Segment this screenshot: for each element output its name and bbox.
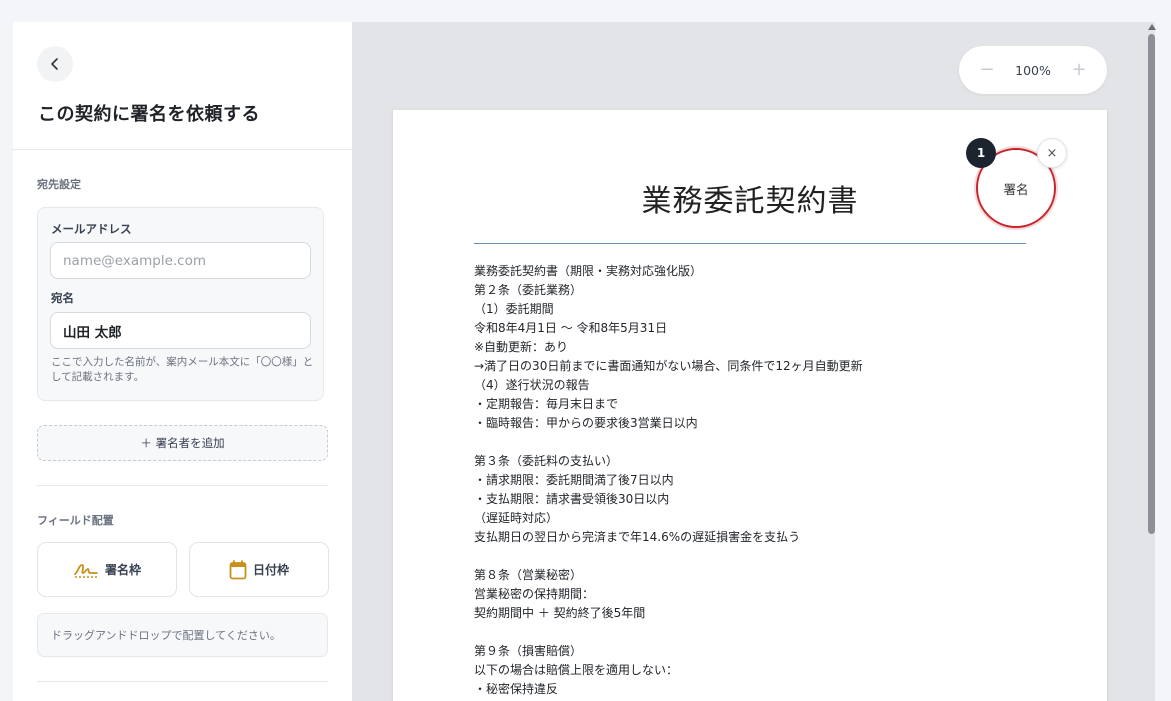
- document-line: ・請求期限：委託期間満了後7日以内: [474, 473, 674, 487]
- document-line: （4）遂行状況の報告: [474, 378, 590, 392]
- document-line: →満了日の30日前までに書面通知がない場合、同条件で12ヶ月自動更新: [474, 359, 863, 373]
- drag-drop-hint: ドラッグアンドドロップで配置してください。: [37, 613, 328, 657]
- divider: [13, 149, 352, 150]
- signature-field-button[interactable]: 署名枠: [37, 542, 177, 597]
- zoom-level: 100%: [1015, 62, 1051, 78]
- sidebar: この契約に署名を依頼する 宛先設定 メールアドレス 宛名 ここで入力した名前が、…: [13, 22, 352, 701]
- signature-field-label: 署名枠: [104, 563, 141, 577]
- add-signer-button[interactable]: ＋ 署名者を追加: [37, 425, 328, 461]
- document-line: 以下の場合は賠償上限を適用しない：: [474, 663, 679, 677]
- name-hint: ここで入力した名前が、案内メール本文に「〇〇様」として記載されます。: [51, 356, 314, 383]
- date-field-label: 日付枠: [252, 563, 289, 577]
- email-input[interactable]: [50, 242, 311, 279]
- back-button[interactable]: [37, 46, 73, 82]
- signer-number-badge: 1: [966, 138, 996, 168]
- zoom-out-button[interactable]: −: [979, 61, 995, 79]
- document-viewer[interactable]: − 100% + 業務委託契約書 業務委託契約書（期限・実務対応強化版） 第２条（…: [352, 22, 1155, 701]
- scrollbar-track[interactable]: [1155, 22, 1171, 701]
- document-line: ※自動更新：あり: [474, 340, 569, 354]
- chevron-left-icon: [51, 58, 58, 70]
- recipient-section-label: 宛先設定: [37, 178, 81, 191]
- divider: [37, 681, 328, 682]
- zoom-in-button[interactable]: +: [1071, 61, 1087, 79]
- document-line: 業務委託契約書（期限・実務対応強化版）: [474, 264, 703, 278]
- date-field-button[interactable]: 日付枠: [189, 542, 329, 597]
- document-body: 業務委託契約書（期限・実務対応強化版） 第２条（委託業務） （1）委託期間令和8年4…: [474, 262, 1034, 699]
- zoom-control: − 100% +: [959, 46, 1107, 94]
- document-line: 令和8年4月1日 〜 令和8年5月31日: [474, 321, 668, 335]
- document-line: ・定期報告：毎月末日まで: [474, 397, 619, 411]
- field-section-label: フィールド配置: [37, 514, 114, 527]
- name-label: 宛名: [51, 291, 74, 305]
- email-label: メールアドレス: [51, 222, 132, 236]
- document-line: 第３条（委託料の支払い）: [474, 454, 619, 468]
- document-line: 支払期日の翌日から完済まで年14.6%の遅延損害金を支払う: [474, 530, 801, 544]
- close-icon[interactable]: ×: [1037, 138, 1067, 168]
- recipient-card: メールアドレス 宛名 ここで入力した名前が、案内メール本文に「〇〇様」として記載…: [37, 207, 324, 401]
- document-line: 営業秘密の保持期間：: [474, 587, 595, 601]
- divider: [37, 485, 328, 486]
- document-line: ・支払期限：請求書受領後30日以内: [474, 492, 670, 506]
- signature-icon: [74, 563, 98, 578]
- top-strip: [0, 0, 1171, 22]
- document-line: 第９条（損害賠償）: [474, 644, 583, 658]
- calendar-icon: [229, 559, 247, 579]
- name-input[interactable]: [50, 312, 311, 349]
- document-line: 第２条（委託業務）: [474, 283, 583, 297]
- document-line: ・臨時報告：甲からの要求後3営業日以内: [474, 416, 698, 430]
- document-line: （1）委託期間: [474, 302, 554, 316]
- signature-field-text: 署名: [1003, 181, 1029, 197]
- document-line: （遅延時対応）: [474, 511, 559, 525]
- document-line: 契約期間中 ＋ 契約終了後5年間: [474, 606, 646, 620]
- title-rule: [474, 243, 1026, 244]
- scrollbar-thumb[interactable]: [1148, 34, 1155, 534]
- document-line: 第８条（営業秘密）: [474, 568, 583, 582]
- scroll-up-arrow[interactable]: [1148, 24, 1156, 30]
- document-page[interactable]: 業務委託契約書 業務委託契約書（期限・実務対応強化版） 第２条（委託業務） （1）委…: [393, 110, 1107, 701]
- document-line: ・秘密保持違反: [474, 682, 559, 696]
- page-title: この契約に署名を依頼する: [38, 104, 260, 125]
